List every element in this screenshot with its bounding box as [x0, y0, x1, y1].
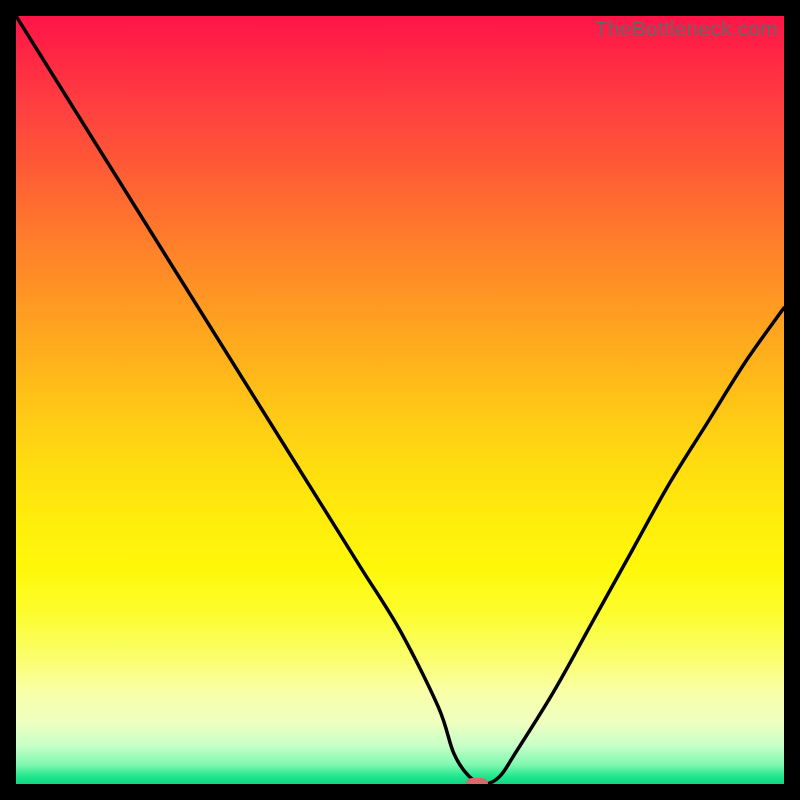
bottleneck-curve — [16, 16, 784, 784]
chart-frame: TheBottleneck.com — [0, 0, 800, 800]
plot-area: TheBottleneck.com — [16, 16, 784, 784]
optimal-point-marker — [466, 778, 488, 784]
curve-path — [16, 16, 784, 784]
watermark-text: TheBottleneck.com — [595, 18, 778, 42]
